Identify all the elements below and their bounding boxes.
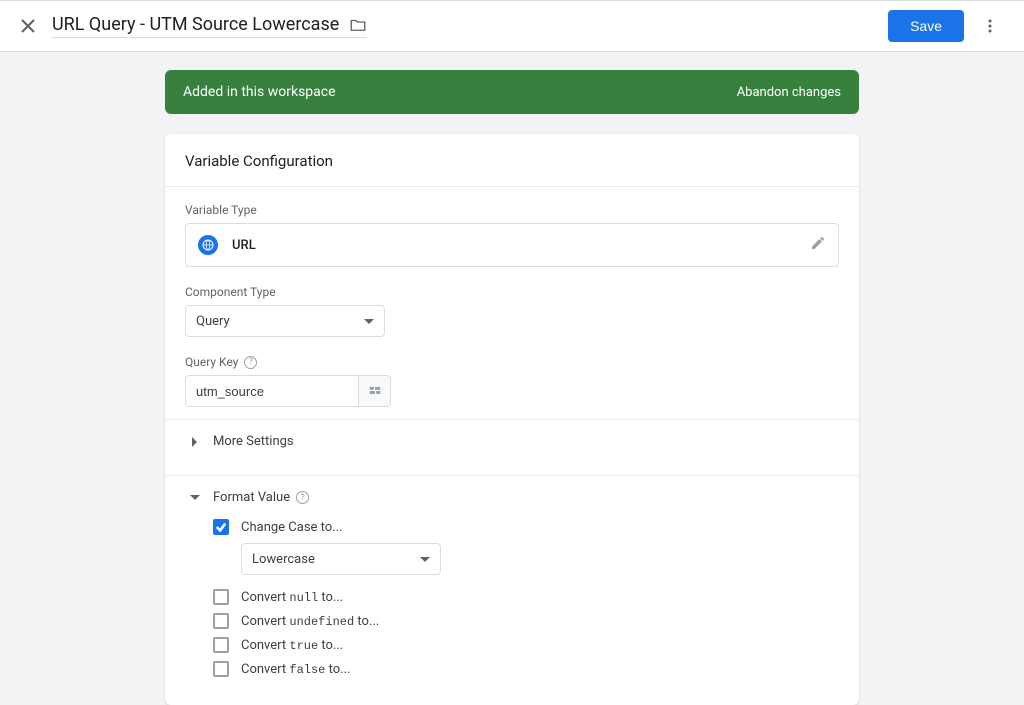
convert-undefined-checkbox[interactable] [213,613,229,629]
variable-type-value: URL [232,238,256,253]
abandon-changes-link[interactable]: Abandon changes [737,85,841,100]
change-case-checkbox[interactable] [213,519,229,535]
save-button[interactable]: Save [888,10,964,42]
config-card: Variable Configuration Variable Type URL… [165,134,859,705]
chevron-right-icon [185,437,205,447]
convert-false-row: Convert false to... [213,661,839,677]
convert-null-row: Convert null to... [213,589,839,605]
variable-picker-icon[interactable] [359,375,391,407]
chevron-down-icon [185,493,205,503]
chevron-down-icon [364,312,374,331]
convert-false-checkbox[interactable] [213,661,229,677]
convert-true-row: Convert true to... [213,637,839,653]
variable-type-selector[interactable]: URL [185,223,839,267]
workspace-banner: Added in this workspace Abandon changes [165,70,859,114]
component-type-select[interactable]: Query [185,305,385,337]
close-icon[interactable] [16,14,40,38]
variable-type-label: Variable Type [185,203,839,217]
folder-icon[interactable] [349,16,367,34]
convert-undefined-row: Convert undefined to... [213,613,839,629]
convert-true-label: Convert true to... [241,638,343,653]
top-bar: URL Query - UTM Source Lowercase Save [0,0,1024,52]
title-wrap: URL Query - UTM Source Lowercase [52,14,367,38]
change-case-select[interactable]: Lowercase [241,543,441,575]
more-menu-icon[interactable] [972,8,1008,44]
help-icon[interactable]: ? [244,356,257,369]
convert-undefined-label: Convert undefined to... [241,614,379,629]
more-settings-toggle[interactable]: More Settings [185,420,839,463]
component-type-value: Query [196,314,364,329]
convert-null-checkbox[interactable] [213,589,229,605]
convert-null-label: Convert null to... [241,590,343,605]
change-case-label: Change Case to... [241,520,342,535]
banner-message: Added in this workspace [183,84,336,100]
help-icon[interactable]: ? [296,491,309,504]
change-case-row: Change Case to... [213,519,839,535]
format-value-toggle[interactable]: Format Value ? [185,476,839,519]
edit-icon[interactable] [810,235,826,255]
url-icon [198,235,218,255]
content-area: Added in this workspace Abandon changes … [0,52,1024,705]
card-title: Variable Configuration [165,134,859,187]
change-case-value: Lowercase [252,552,420,567]
component-type-label: Component Type [185,285,839,299]
query-key-input[interactable] [185,375,359,407]
chevron-down-icon [420,550,430,569]
convert-true-checkbox[interactable] [213,637,229,653]
convert-false-label: Convert false to... [241,662,350,677]
query-key-label: Query Key ? [185,355,839,369]
format-value-section: Change Case to... Lowercase Convert null… [185,519,839,677]
variable-name-input[interactable]: URL Query - UTM Source Lowercase [52,14,339,35]
